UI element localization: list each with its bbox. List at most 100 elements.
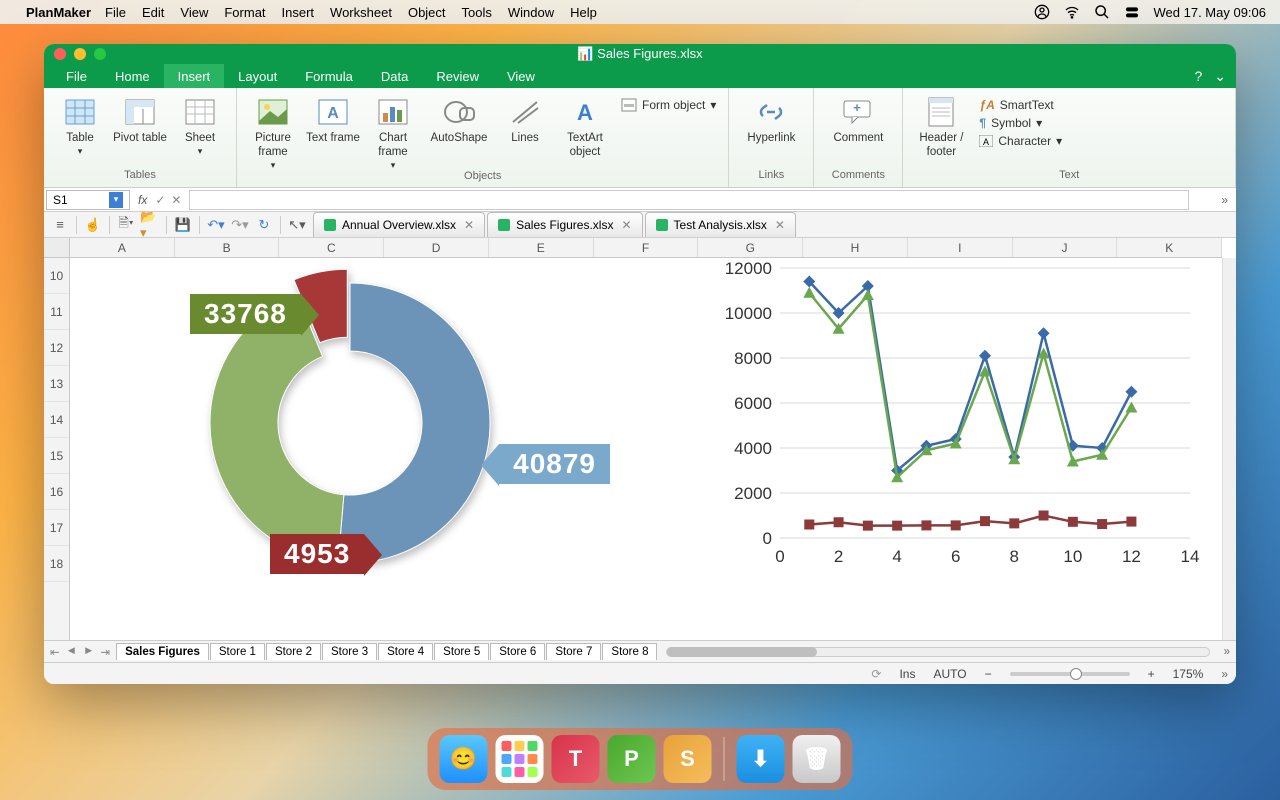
- expand-formula-icon[interactable]: »: [1213, 193, 1236, 207]
- app-name[interactable]: PlanMaker: [26, 5, 91, 20]
- select-all-corner[interactable]: [44, 238, 70, 258]
- tab-view[interactable]: View: [493, 64, 549, 88]
- sheet-tab[interactable]: Store 5: [434, 643, 489, 660]
- column-headers[interactable]: ABCDEFGHIJK: [70, 238, 1222, 258]
- menu-file[interactable]: File: [105, 5, 126, 20]
- user-icon[interactable]: [1034, 4, 1050, 20]
- vertical-scrollbar[interactable]: [1222, 258, 1236, 640]
- row-header[interactable]: 15: [44, 438, 69, 474]
- menu-format[interactable]: Format: [224, 5, 265, 20]
- sheet-nav-first-icon[interactable]: ⇤: [50, 645, 60, 659]
- doctab-sales[interactable]: Sales Figures.xlsx✕: [487, 212, 642, 237]
- menu-edit[interactable]: Edit: [142, 5, 164, 20]
- tab-formula[interactable]: Formula: [291, 64, 367, 88]
- picture-frame-button[interactable]: Picture frame▾: [243, 92, 303, 170]
- column-header[interactable]: G: [698, 238, 803, 257]
- smarttext-button[interactable]: ƒASmartText: [979, 98, 1062, 112]
- column-header[interactable]: I: [908, 238, 1013, 257]
- menu-worksheet[interactable]: Worksheet: [330, 5, 392, 20]
- row-header[interactable]: 17: [44, 510, 69, 546]
- text-frame-button[interactable]: AText frame: [303, 92, 363, 146]
- menu-help[interactable]: Help: [570, 5, 597, 20]
- autoshape-button[interactable]: AutoShape: [423, 92, 495, 146]
- row-header[interactable]: 10: [44, 258, 69, 294]
- sheet-tab[interactable]: Store 1: [210, 643, 265, 660]
- planmaker-icon[interactable]: P: [608, 735, 656, 783]
- tab-file[interactable]: File: [52, 64, 101, 88]
- sync-icon[interactable]: ⟳: [871, 667, 881, 681]
- grid-canvas[interactable]: 33768 40879 4953 02000400060008000100001…: [70, 258, 1222, 640]
- collapse-ribbon-icon[interactable]: ⌄: [1214, 68, 1226, 85]
- close-icon[interactable]: ✕: [621, 218, 631, 232]
- textart-button[interactable]: ATextArt object: [555, 92, 615, 160]
- row-headers[interactable]: 101112131415161718: [44, 258, 70, 640]
- spreadsheet-area[interactable]: ABCDEFGHIJK 101112131415161718 33768 408…: [44, 238, 1236, 640]
- hyperlink-button[interactable]: Hyperlink: [735, 92, 807, 146]
- chart-frame-button[interactable]: Chart frame▾: [363, 92, 423, 170]
- donut-chart[interactable]: 33768 40879 4953: [170, 258, 530, 588]
- tab-data[interactable]: Data: [367, 64, 422, 88]
- header-footer-button[interactable]: Header / footer: [909, 92, 973, 160]
- row-header[interactable]: 14: [44, 402, 69, 438]
- tab-home[interactable]: Home: [101, 64, 164, 88]
- tab-layout[interactable]: Layout: [224, 64, 291, 88]
- sheet-nav-last-icon[interactable]: ⇥: [100, 645, 110, 659]
- open-icon[interactable]: 📂▾: [140, 215, 160, 235]
- new-doc-icon[interactable]: 🗎▾: [116, 215, 136, 235]
- downloads-icon[interactable]: ⬇: [737, 735, 785, 783]
- close-icon[interactable]: ✕: [464, 218, 474, 232]
- table-button[interactable]: Table▾: [50, 92, 110, 157]
- formula-accept-icon[interactable]: ✓: [155, 193, 165, 207]
- menu-object[interactable]: Object: [408, 5, 446, 20]
- pivot-table-button[interactable]: Pivot table: [110, 92, 170, 146]
- row-header[interactable]: 11: [44, 294, 69, 330]
- sheet-nav-prev-icon[interactable]: ◄: [66, 645, 77, 659]
- status-overflow-icon[interactable]: »: [1221, 667, 1228, 681]
- sheet-tab[interactable]: Store 6: [490, 643, 545, 660]
- undo-icon[interactable]: ↶▾: [206, 215, 226, 235]
- doctab-test[interactable]: Test Analysis.xlsx✕: [645, 212, 796, 237]
- close-icon[interactable]: ✕: [775, 218, 785, 232]
- comment-button[interactable]: +Comment: [820, 92, 896, 146]
- column-header[interactable]: A: [70, 238, 175, 257]
- presentations-icon[interactable]: S: [664, 735, 712, 783]
- refresh-icon[interactable]: ↻: [254, 215, 274, 235]
- trash-icon[interactable]: 🗑: [793, 735, 841, 783]
- sheet-tab[interactable]: Store 4: [378, 643, 433, 660]
- zoom-slider[interactable]: [1010, 672, 1130, 676]
- menu-tools[interactable]: Tools: [462, 5, 492, 20]
- wifi-icon[interactable]: [1064, 4, 1080, 20]
- column-header[interactable]: F: [594, 238, 699, 257]
- sheet-tab[interactable]: Store 8: [602, 643, 657, 660]
- redo-icon[interactable]: ↷▾: [230, 215, 250, 235]
- line-chart[interactable]: 02000400060008000100001200002468101214: [710, 258, 1210, 588]
- column-header[interactable]: C: [279, 238, 384, 257]
- column-header[interactable]: D: [384, 238, 489, 257]
- sheet-button[interactable]: Sheet▾: [170, 92, 230, 157]
- row-header[interactable]: 13: [44, 366, 69, 402]
- textmaker-icon[interactable]: T: [552, 735, 600, 783]
- search-icon[interactable]: [1094, 4, 1110, 20]
- fx-label[interactable]: fx: [130, 193, 155, 207]
- sheet-tab[interactable]: Store 2: [266, 643, 321, 660]
- menubar-datetime[interactable]: Wed 17. May 09:06: [1154, 5, 1267, 20]
- cell-reference-box[interactable]: S1▾: [46, 190, 130, 210]
- column-header[interactable]: K: [1117, 238, 1222, 257]
- launchpad-icon[interactable]: [496, 735, 544, 783]
- formula-input[interactable]: [189, 190, 1189, 210]
- menu-window[interactable]: Window: [508, 5, 554, 20]
- column-header[interactable]: H: [803, 238, 908, 257]
- symbol-button[interactable]: ¶Symbol ▾: [979, 116, 1062, 130]
- sheettab-overflow-icon[interactable]: »: [1218, 646, 1236, 658]
- finder-icon[interactable]: 😊: [440, 735, 488, 783]
- character-button[interactable]: ACharacter ▾: [979, 134, 1062, 148]
- sheet-tab[interactable]: Store 7: [546, 643, 601, 660]
- form-object-button[interactable]: Form object ▾: [621, 98, 716, 112]
- touch-mode-icon[interactable]: ☝: [83, 215, 103, 235]
- row-header[interactable]: 12: [44, 330, 69, 366]
- doctab-annual[interactable]: Annual Overview.xlsx✕: [313, 212, 485, 237]
- zoom-out-icon[interactable]: −: [985, 667, 992, 681]
- column-header[interactable]: E: [489, 238, 594, 257]
- column-header[interactable]: J: [1013, 238, 1118, 257]
- row-header[interactable]: 16: [44, 474, 69, 510]
